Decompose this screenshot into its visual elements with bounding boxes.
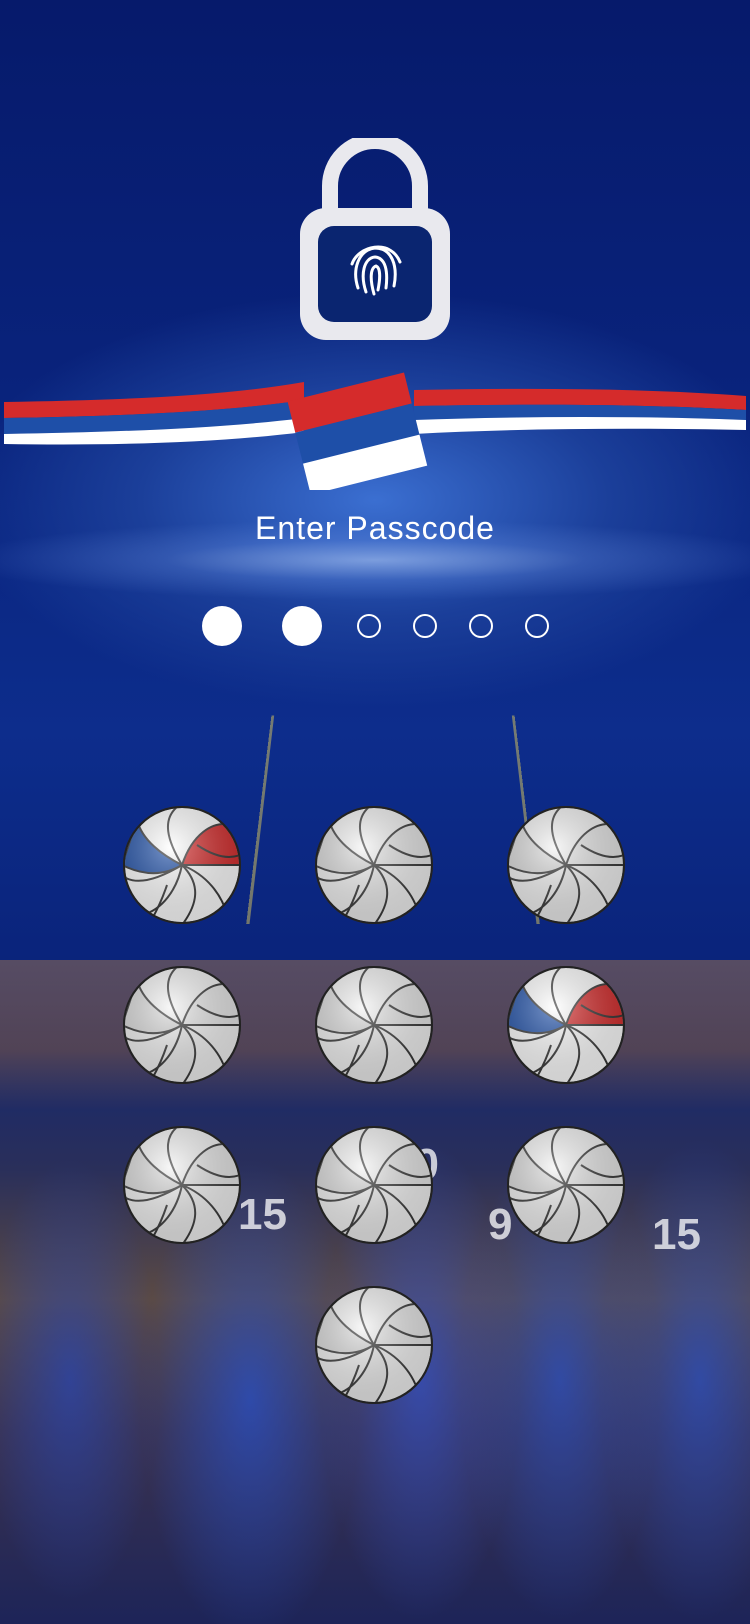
passcode-indicator <box>0 606 750 646</box>
passcode-dot-empty <box>525 614 549 638</box>
keypad-key-7[interactable] <box>122 1125 242 1245</box>
passcode-dot-filled <box>202 606 242 646</box>
keypad-key-8[interactable] <box>314 1125 434 1245</box>
keypad-key-4[interactable] <box>122 965 242 1085</box>
keypad-key-6[interactable] <box>506 965 626 1085</box>
keypad-key-3[interactable] <box>506 805 626 925</box>
passcode-dot-empty <box>469 614 493 638</box>
keypad-key-1[interactable] <box>122 805 242 925</box>
keypad-key-0[interactable] <box>314 1285 434 1405</box>
keypad-key-2[interactable] <box>314 805 434 925</box>
passcode-dot-empty <box>413 614 437 638</box>
lock-screen: 15 20 9 15 <box>0 0 750 1624</box>
unlocked-padlock-fingerprint-icon <box>300 133 450 340</box>
jersey-number: 15 <box>238 1190 287 1239</box>
keypad-key-9[interactable] <box>506 1125 626 1245</box>
jersey-number: 15 <box>652 1210 701 1259</box>
serbian-flag-ribbon <box>4 360 746 495</box>
passcode-dot-empty <box>357 614 381 638</box>
enter-passcode-title: Enter Passcode <box>255 510 495 546</box>
keypad-key-5[interactable] <box>314 965 434 1085</box>
passcode-dot-filled <box>282 606 322 646</box>
